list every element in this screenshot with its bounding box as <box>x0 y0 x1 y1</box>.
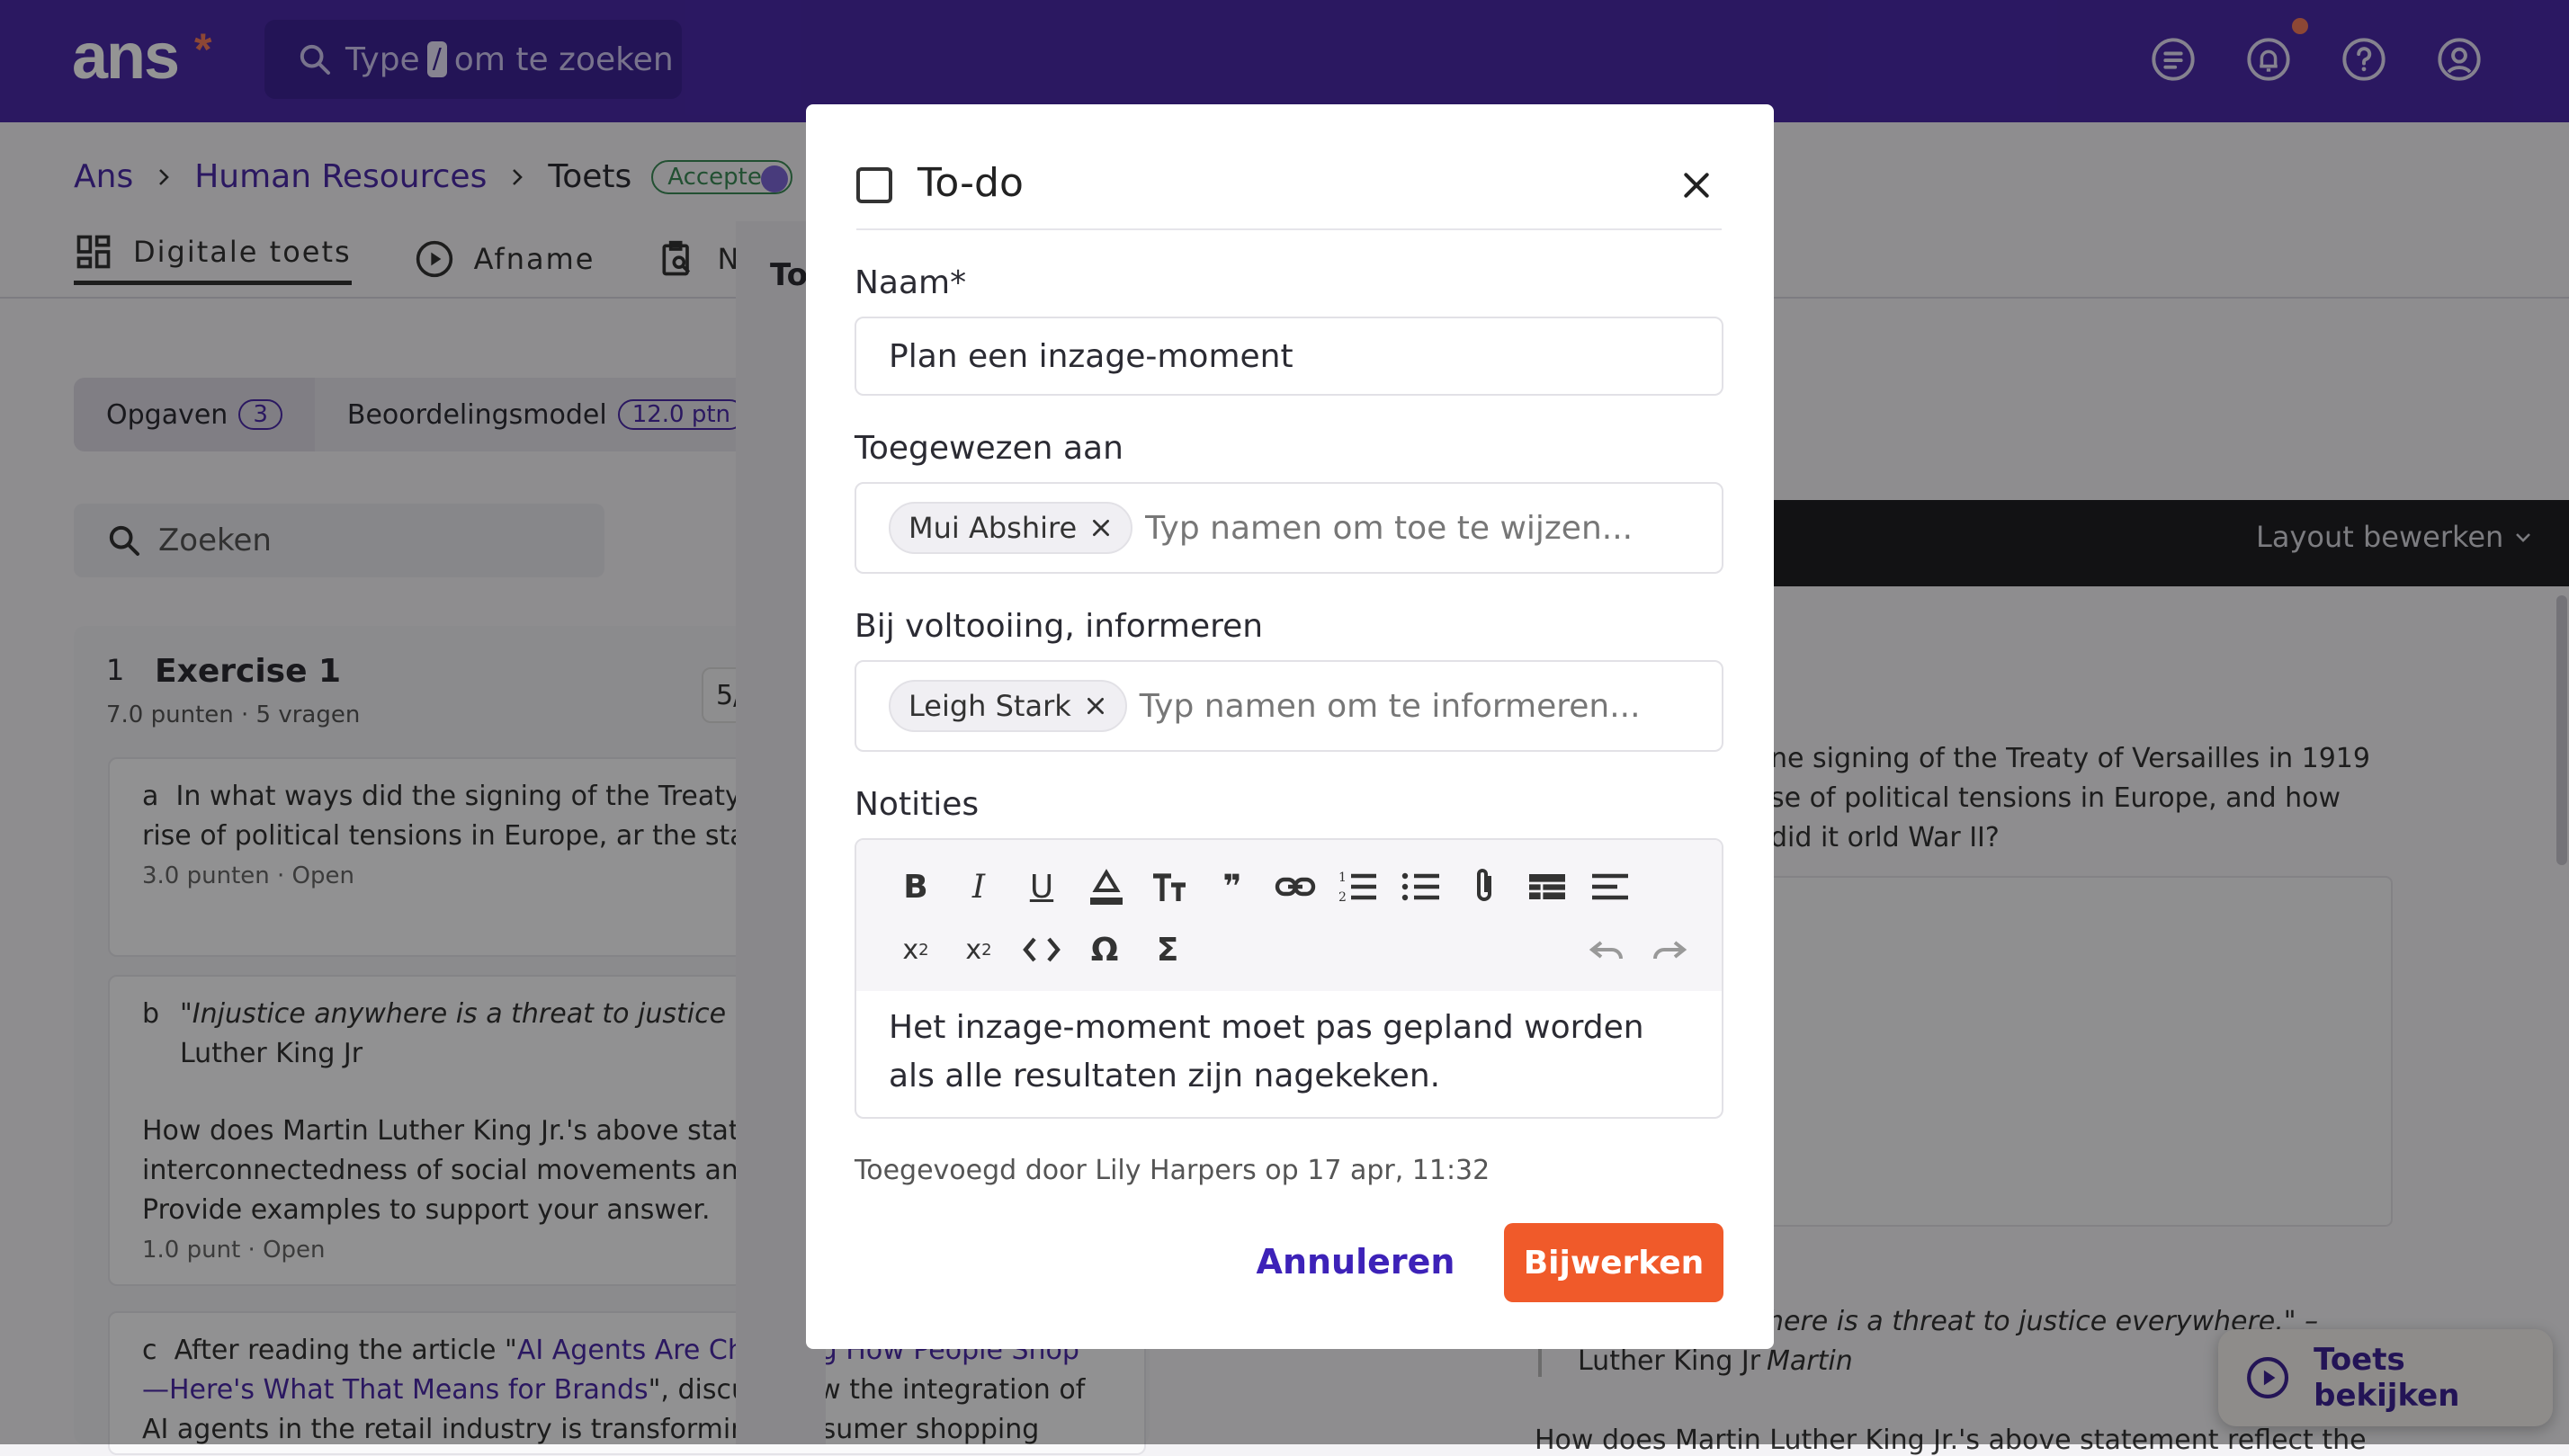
notes-text[interactable]: Het inzage-moment moet pas gepland worde… <box>889 1004 1698 1101</box>
italic-icon[interactable]: I <box>957 865 1000 908</box>
assigned-input[interactable]: Mui Abshire Typ namen om toe te wijzen..… <box>855 482 1723 574</box>
inform-input[interactable]: Leigh Stark Typ namen om te informeren..… <box>855 660 1723 752</box>
subscript-icon[interactable]: x2 <box>894 928 937 971</box>
editor-toolbar: B I U ❞ 12 x2 x2 Ω Σ <box>856 840 1722 991</box>
modal-title: To-do <box>918 160 1024 206</box>
inform-name: Leigh Stark <box>909 689 1071 723</box>
added-by-meta: Toegevoegd door Lily Harpers op 17 apr, … <box>855 1155 1490 1186</box>
notes-editor: B I U ❞ 12 x2 x2 Ω Σ Het inzage-moment m… <box>855 838 1723 1119</box>
bullet-list-icon[interactable] <box>1400 865 1443 908</box>
text-size-icon[interactable] <box>1148 865 1191 908</box>
formula-icon[interactable]: Σ <box>1146 928 1189 971</box>
notes-label: Notities <box>855 786 980 823</box>
inform-chip: Leigh Stark <box>889 680 1127 732</box>
special-character-icon[interactable]: Ω <box>1083 928 1126 971</box>
link-icon[interactable] <box>1274 865 1317 908</box>
name-label: Naam* <box>855 264 967 301</box>
table-icon[interactable] <box>1526 865 1569 908</box>
quote-icon[interactable]: ❞ <box>1211 865 1254 908</box>
name-input[interactable]: Plan een inzage-moment <box>855 317 1723 396</box>
remove-chip-icon[interactable] <box>1084 694 1107 718</box>
superscript-icon[interactable]: x2 <box>957 928 1000 971</box>
ordered-list-icon[interactable]: 12 <box>1337 865 1380 908</box>
todo-complete-checkbox[interactable] <box>856 167 892 203</box>
close-icon[interactable] <box>1678 167 1714 203</box>
highlight-color-icon[interactable] <box>1085 865 1128 908</box>
redo-icon[interactable] <box>1648 928 1691 971</box>
assigned-label: Toegewezen aan <box>855 430 1123 467</box>
code-icon[interactable] <box>1020 928 1063 971</box>
align-icon[interactable] <box>1589 865 1632 908</box>
attachment-icon[interactable] <box>1463 865 1506 908</box>
update-button[interactable]: Bijwerken <box>1504 1223 1723 1302</box>
assignee-name: Mui Abshire <box>909 511 1078 545</box>
bold-icon[interactable]: B <box>894 865 937 908</box>
svg-text:1: 1 <box>1338 871 1347 885</box>
remove-chip-icon[interactable] <box>1089 516 1113 540</box>
svg-text:2: 2 <box>1338 890 1347 905</box>
assignee-chip: Mui Abshire <box>889 502 1133 554</box>
modal-divider <box>856 228 1722 230</box>
name-value: Plan een inzage-moment <box>889 337 1293 375</box>
cancel-button[interactable]: Annuleren <box>1257 1221 1455 1302</box>
underline-icon[interactable]: U <box>1020 865 1063 908</box>
undo-icon[interactable] <box>1585 928 1628 971</box>
assigned-placeholder: Typ namen om toe te wijzen... <box>1145 509 1634 547</box>
inform-placeholder: Typ namen om te informeren... <box>1139 687 1641 725</box>
todo-modal: To-do Naam* Plan een inzage-moment Toege… <box>806 104 1774 1349</box>
inform-label: Bij voltooiing, informeren <box>855 608 1264 645</box>
